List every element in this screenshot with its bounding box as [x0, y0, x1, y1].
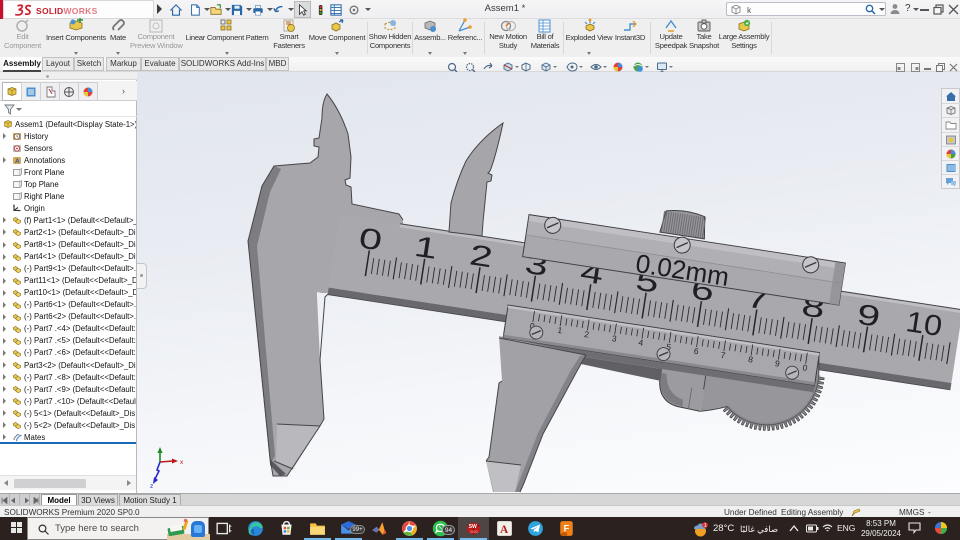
- svg-text:2: 2: [467, 238, 495, 274]
- svg-text:F: F: [564, 523, 570, 533]
- svg-text:z: z: [150, 483, 153, 490]
- svg-text:1: 1: [412, 230, 440, 266]
- svg-text:0: 0: [357, 221, 385, 257]
- svg-text:10: 10: [904, 305, 945, 343]
- svg-text:A: A: [500, 524, 509, 536]
- svg-text:9: 9: [855, 298, 883, 334]
- svg-text:SOLIDWORKS: SOLIDWORKS: [36, 6, 98, 16]
- svg-text:A: A: [15, 158, 20, 165]
- svg-text:2020: 2020: [470, 530, 478, 534]
- svg-text:1: 1: [704, 523, 707, 529]
- svg-text:x: x: [180, 459, 184, 466]
